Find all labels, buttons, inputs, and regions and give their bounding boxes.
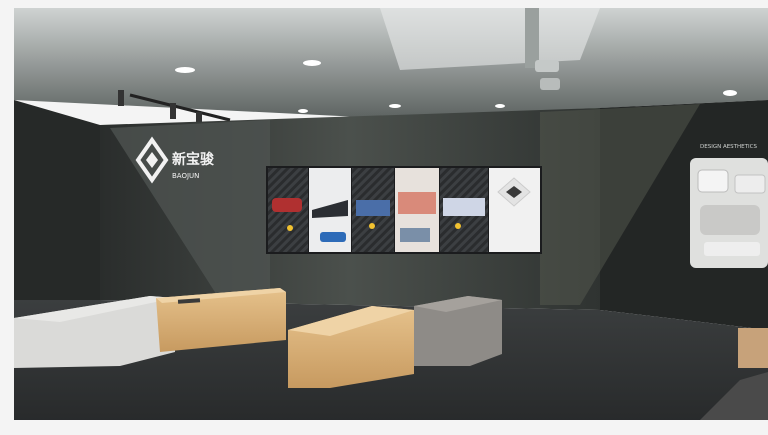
frame-bottom	[0, 420, 768, 435]
brand-name-en: BAOJUN	[172, 172, 199, 180]
frame-top	[0, 0, 768, 8]
ceiling-reflection	[380, 8, 600, 70]
frame-left	[0, 0, 14, 435]
bench-grey-right	[414, 296, 502, 366]
left-wall	[14, 100, 100, 300]
showroom-scene: 新宝骏 BAOJUN DESIGN AESTHETICS	[0, 0, 768, 435]
brand-name-cn: 新宝骏	[172, 151, 215, 168]
design-aesthetics-label: DESIGN AESTHETICS	[700, 144, 757, 150]
display-wall	[266, 166, 542, 254]
